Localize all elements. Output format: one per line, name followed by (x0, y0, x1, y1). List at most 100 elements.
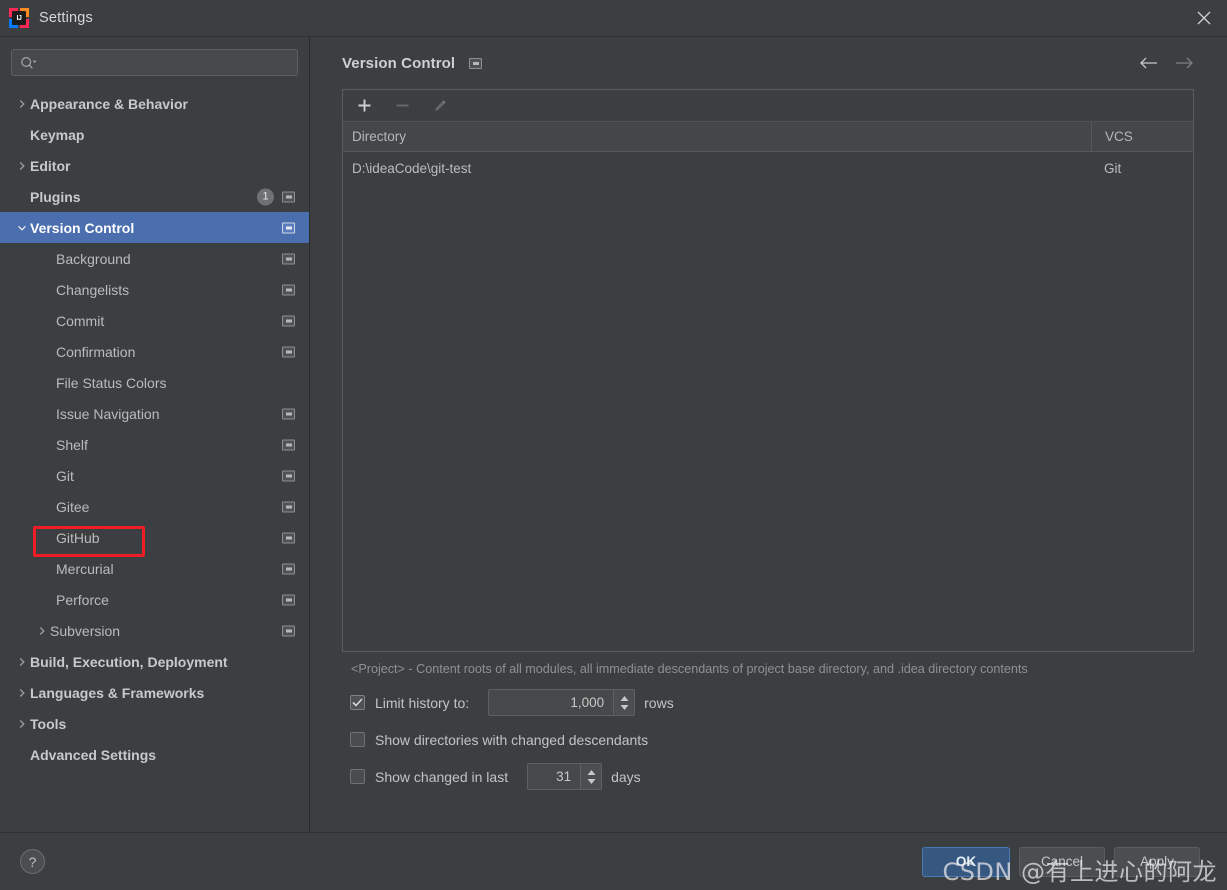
sidebar-item-git[interactable]: Git (0, 460, 309, 491)
intellij-logo-icon: IJ (9, 8, 29, 28)
limit-history-value[interactable]: 1,000 (489, 690, 613, 715)
chevron-down-icon[interactable] (14, 223, 30, 233)
project-scope-badge-icon (282, 594, 295, 605)
project-scope-badge-icon (282, 191, 295, 202)
sidebar-item-tools[interactable]: Tools (0, 708, 309, 739)
search-icon (20, 56, 37, 70)
sidebar-item-label: Changelists (56, 281, 130, 298)
spinner-arrows-icon[interactable] (613, 690, 635, 715)
search-wrapper (0, 49, 309, 86)
sidebar-item-github[interactable]: GitHub (0, 522, 309, 553)
project-scope-badge-icon (282, 501, 295, 512)
sidebar-item-advanced-settings[interactable]: Advanced Settings (0, 739, 309, 770)
vcs-options: Limit history to: 1,000 rows Show direct… (342, 684, 1194, 795)
project-scope-hint: <Project> - Content roots of all modules… (351, 662, 1028, 676)
project-scope-badge-icon (282, 625, 295, 636)
project-scope-badge-icon (282, 470, 295, 481)
dialog-body: Appearance & Behavior Keymap Editor Plugins… (0, 37, 1227, 832)
sidebar-item-confirmation[interactable]: Confirmation (0, 336, 309, 367)
project-scope-badge-icon (282, 253, 295, 264)
show-changed-checkbox[interactable] (350, 769, 365, 784)
sidebar-item-label: Commit (56, 312, 105, 329)
project-scope-badge-icon (282, 346, 295, 357)
sidebar-item-perforce[interactable]: Perforce (0, 584, 309, 615)
column-header-vcs[interactable]: VCS (1091, 122, 1193, 151)
settings-main-panel: Version Control Directory VCS D:\ideaCod… (310, 37, 1227, 832)
sidebar-item-background[interactable]: Background (0, 243, 309, 274)
sidebar-item-label: Plugins (30, 188, 81, 205)
sidebar-item-keymap[interactable]: Keymap (0, 119, 309, 150)
arrow-right-icon[interactable] (1174, 53, 1194, 73)
sidebar-item-label: Build, Execution, Deployment (30, 653, 228, 670)
limit-history-unit: rows (644, 694, 674, 711)
table-header-row: Directory VCS (343, 122, 1193, 152)
help-button[interactable]: ? (20, 849, 45, 874)
cancel-button[interactable]: Cancel (1019, 846, 1105, 877)
minus-icon[interactable] (391, 95, 413, 117)
show-changed-label: Show changed in last (375, 768, 509, 785)
column-header-directory[interactable]: Directory (343, 122, 1091, 151)
limit-history-label: Limit history to: (375, 694, 470, 711)
pencil-icon[interactable] (429, 95, 451, 117)
sidebar-item-label: Issue Navigation (56, 405, 160, 422)
sidebar-item-commit[interactable]: Commit (0, 305, 309, 336)
project-scope-badge-icon (469, 57, 483, 69)
project-scope-badge-icon (282, 408, 295, 419)
show-directories-row: Show directories with changed descendant… (350, 721, 1194, 758)
sidebar-item-label: Confirmation (56, 343, 136, 360)
sidebar-item-languages-frameworks[interactable]: Languages & Frameworks (0, 677, 309, 708)
sidebar-item-appearance-behavior[interactable]: Appearance & Behavior (0, 88, 309, 119)
sidebar-item-version-control[interactable]: Version Control (0, 212, 309, 243)
sidebar-item-shelf[interactable]: Shelf (0, 429, 309, 460)
chevron-right-icon[interactable] (34, 626, 50, 636)
sidebar-item-label: Gitee (56, 498, 90, 515)
sidebar-item-mercurial[interactable]: Mercurial (0, 553, 309, 584)
limit-history-spinner[interactable]: 1,000 (488, 689, 636, 716)
limit-history-checkbox[interactable] (350, 695, 365, 710)
search-input[interactable] (37, 50, 297, 75)
project-scope-badge-icon (282, 532, 295, 543)
sidebar-item-editor[interactable]: Editor (0, 150, 309, 181)
limit-history-row: Limit history to: 1,000 rows (350, 684, 1194, 721)
page-title: Version Control (342, 54, 456, 72)
sidebar-item-label: File Status Colors (56, 374, 167, 391)
close-icon[interactable] (1181, 0, 1227, 36)
sidebar-item-label: Appearance & Behavior (30, 95, 188, 112)
chevron-right-icon[interactable] (14, 719, 30, 729)
search-box[interactable] (11, 49, 298, 76)
sidebar-item-issue-navigation[interactable]: Issue Navigation (0, 398, 309, 429)
chevron-right-icon[interactable] (14, 161, 30, 171)
sidebar-item-label: Background (56, 250, 131, 267)
sidebar-item-label: Shelf (56, 436, 88, 453)
sidebar-item-label: GitHub (56, 529, 100, 546)
table-row[interactable]: D:\ideaCode\git-test Git (343, 152, 1193, 184)
plugins-update-count-badge: 1 (257, 188, 274, 205)
show-changed-value[interactable]: 31 (528, 764, 580, 789)
project-scope-badge-icon (282, 315, 295, 326)
main-header: Version Control (342, 37, 1194, 89)
chevron-right-icon[interactable] (14, 99, 30, 109)
project-scope-badge-icon (282, 563, 295, 574)
show-directories-checkbox[interactable] (350, 732, 365, 747)
plus-icon[interactable] (353, 95, 375, 117)
chevron-right-icon[interactable] (14, 688, 30, 698)
chevron-right-icon[interactable] (14, 657, 30, 667)
ok-button[interactable]: OK (922, 846, 1010, 877)
title-bar: IJ Settings (0, 0, 1227, 37)
vcs-directory-mappings-table: Directory VCS D:\ideaCode\git-test Git (342, 89, 1194, 652)
show-changed-spinner[interactable]: 31 (527, 763, 603, 790)
dialog-footer: ? OK Cancel Apply CSDN @有上进心的阿龙 (0, 832, 1227, 890)
sidebar-item-plugins[interactable]: Plugins 1 (0, 181, 309, 212)
sidebar-item-changelists[interactable]: Changelists (0, 274, 309, 305)
project-scope-badge-icon (282, 284, 295, 295)
settings-dialog: IJ Settings Appearance & Behavior Keymap… (0, 0, 1227, 890)
sidebar-item-gitee[interactable]: Gitee (0, 491, 309, 522)
arrow-left-icon[interactable] (1138, 53, 1158, 73)
sidebar-item-file-status-colors[interactable]: File Status Colors (0, 367, 309, 398)
sidebar-item-build-execution-deployment[interactable]: Build, Execution, Deployment (0, 646, 309, 677)
settings-tree[interactable]: Appearance & Behavior Keymap Editor Plugins… (0, 86, 309, 832)
spinner-arrows-icon[interactable] (580, 764, 602, 789)
sidebar-item-subversion[interactable]: Subversion (0, 615, 309, 646)
apply-button[interactable]: Apply (1114, 846, 1200, 877)
show-directories-label: Show directories with changed descendant… (375, 731, 649, 748)
